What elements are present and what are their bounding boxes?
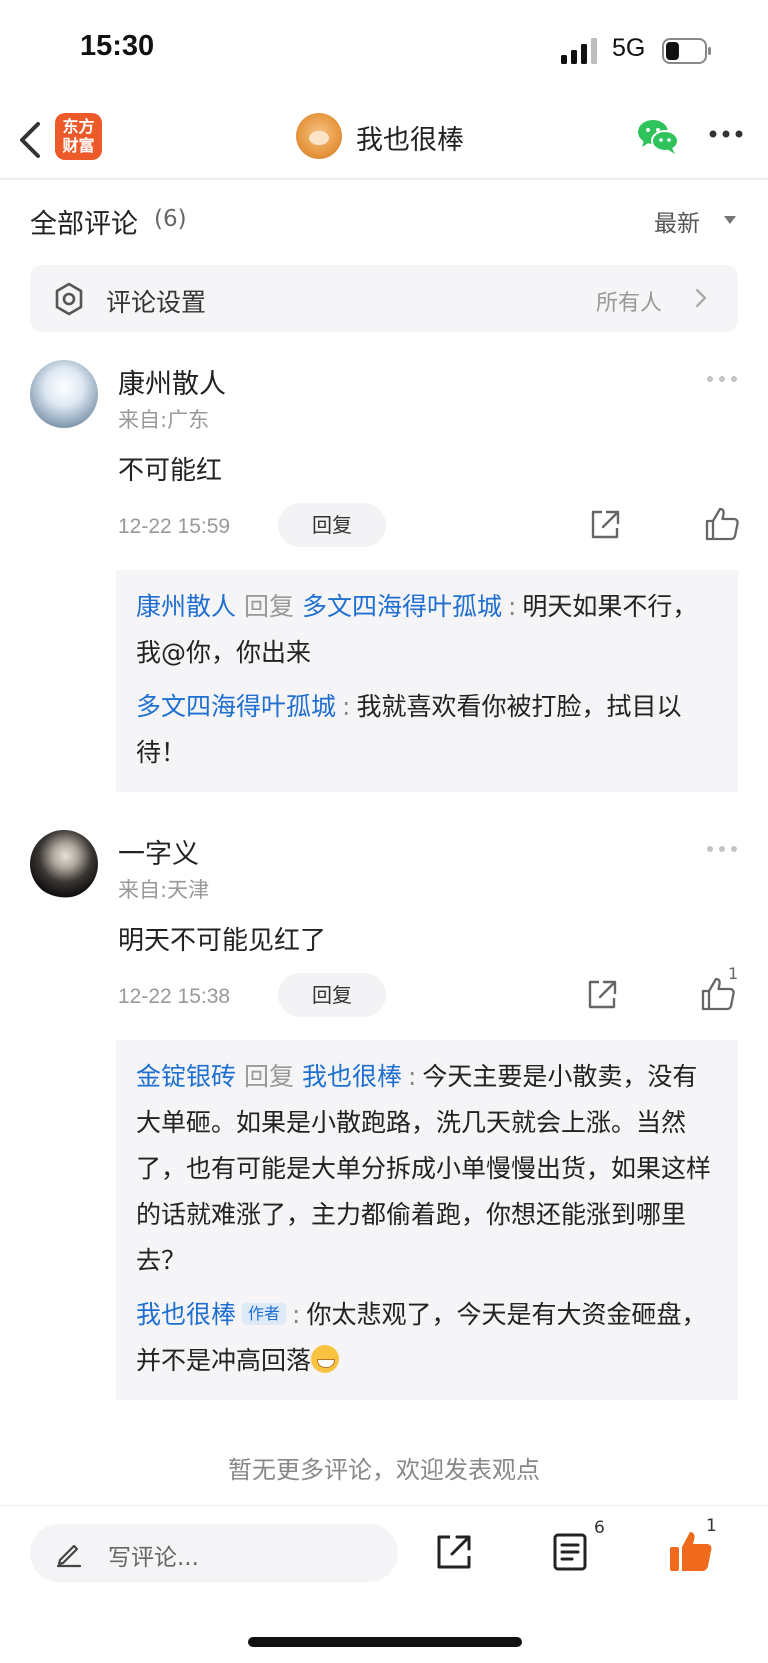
share-icon[interactable] [434, 1532, 474, 1572]
reply-item[interactable]: 康州散人 回复 多文四海得叶孤城: 明天如果不行，我@你，你出来 [136, 584, 718, 676]
signal-icon [561, 38, 597, 64]
more-icon[interactable] [706, 375, 738, 383]
app-logo-line1: 东方 [62, 117, 95, 136]
author-avatar[interactable] [296, 113, 342, 159]
no-more-comments-note: 暂无更多评论，欢迎发表观点 [228, 1456, 540, 1484]
reply-colon: : [342, 692, 351, 721]
back-icon[interactable] [16, 120, 46, 160]
comment-text: 明天不可能见红了 [118, 926, 327, 956]
comment-location: 来自:天津 [118, 878, 210, 902]
status-bar: 15:30 5G [0, 0, 768, 100]
app-logo-line2: 财富 [62, 136, 95, 155]
home-indicator [248, 1637, 522, 1647]
wechat-icon[interactable] [636, 116, 680, 156]
reply-text: 今天主要是小散卖，没有大单砸。如果是小散跑路，洗几天就会上涨。当然了，也有可能是… [136, 1062, 712, 1275]
pen-icon [56, 1544, 82, 1568]
settings-value: 所有人 [595, 291, 662, 316]
reply-button[interactable]: 回复 [278, 973, 386, 1017]
comments-count: (6) [154, 206, 187, 232]
reply-from[interactable]: 康州散人 [136, 592, 236, 621]
gear-icon [55, 282, 83, 316]
comments-title: 全部评论 [30, 209, 138, 240]
comment-author[interactable]: 一字义 [118, 832, 199, 871]
like-count-badge: 1 [706, 1516, 717, 1536]
reply-box: 康州散人 回复 多文四海得叶孤城: 明天如果不行，我@你，你出来 多文四海得叶孤城… [116, 570, 738, 792]
reply-word: 回复 [243, 1062, 294, 1091]
nav-bar: 东方 财富 我也很棒 [0, 100, 768, 180]
chevron-right-icon [695, 288, 707, 308]
app-logo[interactable]: 东方 财富 [55, 113, 102, 160]
reply-to[interactable]: 多文四海得叶孤城 [302, 592, 502, 621]
caret-down-icon[interactable] [724, 216, 736, 224]
author-badge: 作者 [242, 1303, 287, 1325]
like-count: 1 [728, 964, 739, 983]
settings-label: 评论设置 [106, 288, 207, 317]
comment-location: 来自:广东 [118, 408, 210, 432]
reply-from[interactable]: 多文四海得叶孤城 [136, 692, 336, 721]
reply-from[interactable]: 我也很棒 [136, 1300, 236, 1329]
avatar[interactable] [30, 360, 98, 428]
more-icon[interactable] [708, 124, 744, 144]
reply-colon: : [292, 1300, 301, 1329]
comment-time: 12-22 15:59 [118, 515, 231, 538]
page-title[interactable]: 我也很棒 [356, 118, 464, 157]
share-icon[interactable] [588, 508, 622, 542]
reply-word: 回复 [243, 592, 294, 621]
comment-input-placeholder: 写评论... [108, 1545, 199, 1571]
sort-selector[interactable]: 最新 [654, 204, 700, 238]
status-time: 15:30 [80, 30, 155, 62]
more-icon[interactable] [706, 845, 738, 853]
reply-button[interactable]: 回复 [278, 503, 386, 547]
comment-author[interactable]: 康州散人 [118, 362, 226, 401]
reply-item[interactable]: 我也很棒 作者: 你太悲观了，今天是有大资金砸盘，并不是冲高回落 [136, 1292, 718, 1384]
reply-to[interactable]: 我也很棒 [302, 1062, 402, 1091]
comment-input[interactable]: 写评论... [30, 1524, 398, 1582]
battery-icon [662, 38, 711, 64]
grin-emoji-icon [311, 1345, 340, 1373]
comment-count-badge: 6 [594, 1518, 605, 1538]
comment-list-icon[interactable] [552, 1532, 590, 1572]
reply-item[interactable]: 多文四海得叶孤城: 我就喜欢看你被打脸，拭目以待！ [136, 684, 718, 776]
avatar[interactable] [30, 830, 98, 898]
reply-colon: : [507, 592, 517, 621]
bottom-bar: 写评论... 6 1 [0, 1505, 768, 1595]
reply-box: 金锭银砖 回复 我也很棒: 今天主要是小散卖，没有大单砸。如果是小散跑路，洗几天就… [116, 1040, 738, 1400]
comment-time: 12-22 15:38 [118, 985, 231, 1008]
comment-text: 不可能红 [118, 456, 223, 486]
network-label: 5G [612, 34, 646, 62]
reply-from[interactable]: 金锭银砖 [136, 1062, 236, 1091]
reply-colon: : [407, 1062, 417, 1091]
thumbs-up-icon[interactable] [704, 506, 740, 542]
reply-item[interactable]: 金锭银砖 回复 我也很棒: 今天主要是小散卖，没有大单砸。如果是小散跑路，洗几天就… [136, 1054, 718, 1284]
share-icon[interactable] [585, 978, 619, 1012]
comments-header: 全部评论 (6) 最新 [30, 190, 740, 250]
comment-settings-row[interactable]: 评论设置 所有人 [30, 265, 738, 332]
